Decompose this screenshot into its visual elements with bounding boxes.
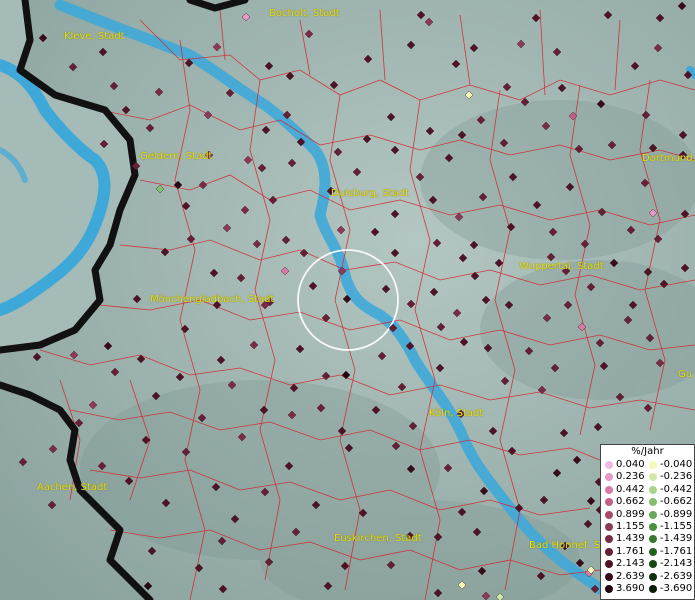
legend-swatch: [605, 585, 613, 593]
legend-swatch: [649, 560, 657, 569]
legend-row: 0.442 -0.442: [601, 484, 695, 496]
city-label-geldern: Geldern, Stadt: [140, 151, 213, 162]
city-label-kleve: Kleve, Stadt: [64, 31, 125, 42]
city-label-moenchengladbach: Mönchengladbach, Stadt: [150, 294, 275, 305]
legend-row: 1.155 -1.155: [601, 521, 695, 533]
city-label-euskirchen: Euskirchen, Stadt: [334, 533, 422, 544]
city-label-bocholt: Bocholt, Stadt: [269, 8, 340, 19]
legend-label: -2.639: [660, 570, 693, 582]
legend-label: -1.439: [660, 533, 693, 545]
legend-label: 1.439: [616, 533, 645, 545]
legend-label: 0.442: [616, 483, 645, 495]
legend-label: 3.690: [616, 583, 645, 594]
legend-row: 0.040 -0.040: [601, 459, 695, 471]
legend-row: 0.899 -0.899: [601, 509, 695, 521]
legend-row: 1.761 -1.761: [601, 546, 695, 558]
legend-swatch: [649, 510, 657, 519]
legend-swatch: [649, 547, 657, 556]
city-label-gu: Gu: [678, 369, 693, 380]
legend-row: 0.662 -0.662: [601, 496, 695, 508]
legend-label: -1.155: [660, 521, 693, 532]
legend-swatch: [605, 572, 613, 581]
legend-label: 2.143: [616, 558, 645, 570]
legend-swatch: [605, 560, 613, 569]
legend-swatch: [649, 585, 657, 593]
city-label-wuppertal: Wuppertal, Stadt: [519, 261, 604, 272]
city-label-koeln: Köln, Stadt: [429, 408, 484, 419]
legend-swatch: [605, 510, 613, 519]
legend-label: -0.899: [660, 508, 693, 520]
legend-label: -3.690: [660, 583, 693, 594]
legend-label: 1.761: [616, 545, 645, 557]
legend-label: -0.236: [660, 471, 693, 483]
legend-label: -2.143: [660, 558, 693, 570]
legend-label: 0.899: [616, 508, 645, 520]
legend-row: 2.639 -2.639: [601, 571, 695, 583]
map-canvas[interactable]: [0, 0, 695, 600]
city-label-bad-honnef: Bad Honnef, S: [529, 540, 601, 551]
city-label-aachen: Aachen, Stadt: [37, 482, 108, 493]
legend-swatch: [605, 498, 613, 507]
legend-row: 2.143 -2.143: [601, 558, 695, 570]
legend-swatch: [605, 523, 613, 531]
legend-swatch: [649, 498, 657, 507]
legend-swatch: [605, 473, 613, 482]
legend-label: 0.236: [616, 471, 645, 483]
legend-swatch: [649, 572, 657, 581]
legend-label: 1.155: [616, 521, 645, 532]
legend-swatch: [649, 485, 657, 494]
legend-label: -1.761: [660, 545, 693, 557]
legend-swatch: [605, 547, 613, 556]
legend-swatch: [605, 485, 613, 494]
legend-swatch: [649, 473, 657, 482]
legend-row: 3.690 -3.690: [601, 583, 695, 595]
legend-row: 0.236 -0.236: [601, 471, 695, 483]
legend-row: 1.439 -1.439: [601, 533, 695, 545]
legend-swatch: [649, 461, 657, 469]
city-label-duisburg: Duisburg, Stadt: [331, 188, 410, 199]
legend-label: 0.040: [616, 459, 645, 470]
legend-swatch: [649, 523, 657, 531]
legend: %/Jahr 0.040 -0.040 0.236 -0.236 0.442 -0.442…: [600, 444, 695, 600]
legend-swatch: [605, 461, 613, 469]
legend-title: %/Jahr: [631, 446, 664, 457]
legend-label: 0.662: [616, 496, 645, 508]
legend-swatch: [605, 535, 613, 544]
legend-label: -0.662: [660, 496, 693, 508]
legend-label: -0.442: [660, 483, 693, 495]
legend-swatch: [649, 535, 657, 544]
city-label-dortmund: Dortmund, S: [642, 153, 695, 164]
legend-label: -0.040: [660, 459, 693, 470]
legend-label: 2.639: [616, 570, 645, 582]
